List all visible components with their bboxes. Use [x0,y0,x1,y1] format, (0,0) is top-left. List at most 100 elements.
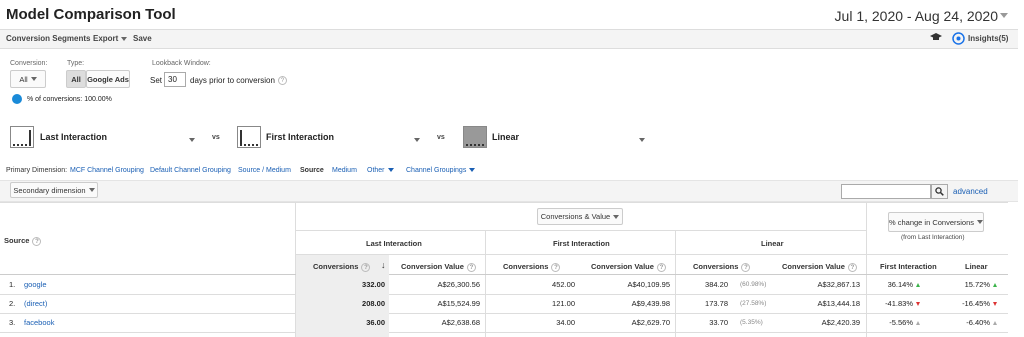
pct-change-dropdown[interactable]: % change in Conversions [888,212,984,232]
chevron-down-icon [977,220,984,224]
col-header-conversions[interactable]: Conversions? [313,262,371,272]
chevron-down-icon [613,214,620,219]
row-divider [0,313,1008,314]
row-change-first: -5.56% [870,318,920,327]
help-icon[interactable]: ? [277,76,287,86]
row-fi-conversions: 34.00 [556,318,575,327]
row-lin-conversions: 33.70 [709,318,728,327]
help-icon[interactable]: ? [656,262,666,272]
row-divider [0,332,1008,333]
export-button[interactable]: Export [93,34,128,43]
help-icon[interactable]: ? [741,262,751,272]
col-header-conversion-value[interactable]: Conversion Value? [401,262,476,272]
help-icon[interactable]: ? [361,262,371,272]
conversion-dropdown[interactable]: All [10,70,46,88]
row-index: 2. [9,299,16,308]
col-header-conversions[interactable]: Conversions? [503,262,561,272]
group-header-last-interaction: Last Interaction [366,239,422,248]
model-2-dropdown[interactable] [411,135,420,144]
conversion-value: All [19,74,28,84]
row-li-value: A$2,638.68 [441,318,480,327]
row-source-link[interactable]: (direct) [24,299,47,308]
help-icon[interactable]: ? [466,262,476,272]
dimension-source-medium[interactable]: Source / Medium [238,167,291,174]
help-icon[interactable]: ? [32,236,42,246]
dimension-other-label: Other [367,167,385,174]
table-search-input[interactable] [841,184,931,199]
date-range-selector[interactable]: Jul 1, 2020 - Aug 24, 2020 [835,8,998,24]
dimension-mcf-channel-grouping[interactable]: MCF Channel Grouping [70,167,144,174]
lookback-days-input[interactable]: 30 [164,72,186,87]
dimension-other[interactable]: Other [367,167,394,174]
col-header-conversion-value-label: Conversion Value [591,262,654,271]
dimension-channel-groupings[interactable]: Channel Groupings [406,167,476,174]
model-1-dropdown[interactable] [186,135,195,144]
last-interaction-model-icon [10,126,34,148]
row-lin-value: A$2,420.39 [821,318,860,327]
chevron-down-icon[interactable] [1000,13,1008,18]
arrow-down-icon [993,302,997,307]
insights-button[interactable]: Insights(5) [968,34,1008,43]
row-li-conversions: 208.00 [362,299,385,308]
row-divider [295,230,866,231]
vs-label-1: vs [212,134,220,141]
pie-icon [12,94,22,104]
group-header-linear: Linear [761,239,784,248]
col-header-conversion-value-label: Conversion Value [401,262,464,271]
search-icon [935,187,944,196]
col-header-conversions[interactable]: Conversions? [693,262,751,272]
lookback-set-label: Set [150,76,163,85]
model-3-dropdown[interactable] [636,135,645,144]
row-lin-pct: (60.98%) [740,281,767,288]
col-header-linear-change: Linear [965,262,988,271]
advanced-link[interactable]: advanced [953,187,988,196]
row-li-value: A$15,524.99 [437,299,480,308]
metric-group-dropdown[interactable]: Conversions & Value [537,208,623,225]
row-divider [0,274,1008,275]
row-change-linear-value: -16.45% [962,299,990,308]
row-change-first-value: -5.56% [889,318,913,327]
chevron-down-icon [121,36,128,41]
col-header-conversion-value[interactable]: Conversion Value? [591,262,666,272]
export-label: Export [93,34,119,43]
help-icon[interactable]: ? [847,262,857,272]
page-title: Model Comparison Tool [6,6,176,23]
search-button[interactable] [931,184,948,199]
pct-change-label: % change in Conversions [888,217,975,227]
row-divider [0,294,1008,295]
col-header-conversion-value[interactable]: Conversion Value? [782,262,857,272]
chevron-down-icon [469,168,476,173]
arrow-up-icon [916,321,920,326]
conversion-segments-button[interactable]: Conversion Segments [6,34,90,43]
help-icon[interactable]: ? [551,262,561,272]
row-li-conversions: 36.00 [366,318,385,327]
insights-icon[interactable] [952,32,965,47]
type-label: Type: [67,60,85,67]
dimension-source[interactable]: Source [300,167,324,174]
graduation-cap-icon[interactable] [930,33,942,45]
row-fi-value: A$2,629.70 [631,318,670,327]
dimension-default-channel-grouping[interactable]: Default Channel Grouping [150,167,231,174]
row-change-first-value: 36.14% [887,280,913,289]
dimension-medium[interactable]: Medium [332,167,357,174]
row-change-linear-value: -6.40% [966,318,990,327]
secondary-dimension-label: Secondary dimension [13,185,86,195]
model-2-name: First Interaction [266,132,335,142]
col-divider [485,230,486,337]
save-button[interactable]: Save [133,34,152,43]
type-google-ads-button[interactable]: Google Ads [86,70,130,88]
sort-desc-icon[interactable]: ↓ [381,260,386,270]
type-all-button[interactable]: All [66,70,86,88]
row-source-link[interactable]: google [24,280,47,289]
row-source-link[interactable]: facebook [24,318,54,327]
col-header-first-interaction-change: First Interaction [880,262,937,271]
lookback-label: Lookback Window: [152,60,211,67]
chevron-down-icon [414,137,420,142]
source-header-label: Source [4,236,30,245]
arrow-up-icon [993,283,997,288]
model-3-name: Linear [492,132,520,142]
arrow-up-icon [916,283,920,288]
model-1-name: Last Interaction [40,132,108,142]
secondary-dimension-dropdown[interactable]: Secondary dimension [10,182,98,198]
chevron-down-icon [387,168,394,173]
